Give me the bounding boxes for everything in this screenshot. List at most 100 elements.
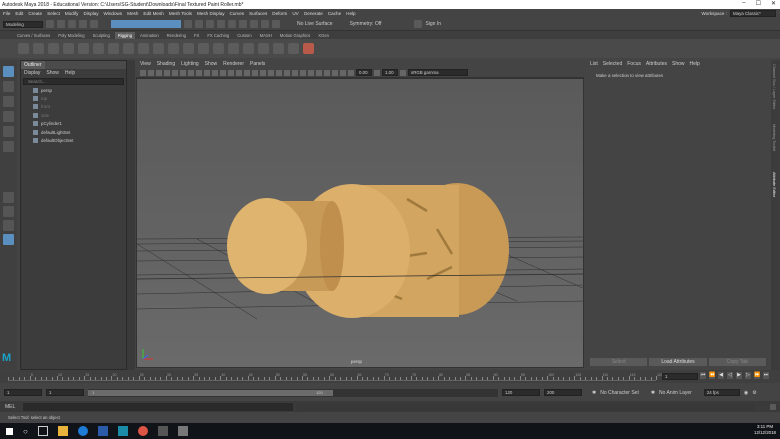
outliner-item[interactable]: top — [21, 94, 126, 102]
mirror-joint-icon[interactable] — [48, 43, 59, 54]
quick-rig-icon[interactable] — [93, 43, 104, 54]
system-tray-clock[interactable]: 3:11 PM 12/12/2018 — [754, 424, 776, 436]
insert-joint-icon[interactable] — [33, 43, 44, 54]
render-settings-icon[interactable] — [261, 20, 269, 28]
auto-key-icon[interactable]: ◉ — [744, 390, 748, 396]
menu-mesh-display[interactable]: Mesh Display — [197, 11, 225, 16]
outliner-item[interactable]: persp — [21, 86, 126, 94]
step-forward-frame-icon[interactable]: ▷ — [745, 372, 751, 379]
ae-menu-focus[interactable]: Focus — [627, 61, 641, 67]
vp-menu-lighting[interactable]: Lighting — [181, 61, 199, 67]
outliner-item[interactable]: defaultLightSet — [21, 128, 126, 136]
shelf-tab-mash[interactable]: MASH — [257, 32, 275, 39]
go-to-end-icon[interactable]: ⏭ — [763, 372, 769, 379]
ae-menu-list[interactable]: List — [590, 61, 598, 67]
wireframe-icon[interactable] — [228, 69, 234, 76]
menu-generate[interactable]: Generate — [304, 11, 323, 16]
locator-icon[interactable] — [288, 43, 299, 54]
snap-curve-icon[interactable] — [195, 20, 203, 28]
vp-menu-view[interactable]: View — [140, 61, 151, 67]
ae-select-button[interactable]: Select — [590, 358, 648, 366]
viewport-persp[interactable]: persp — [136, 78, 584, 368]
redo-icon[interactable] — [90, 20, 98, 28]
hypershade-icon[interactable] — [272, 20, 280, 28]
depth-of-field-icon[interactable] — [308, 69, 314, 76]
script-language-label[interactable]: MEL — [5, 404, 15, 410]
color-management-icon[interactable] — [400, 69, 406, 76]
shelf-tab-custom[interactable]: Custom — [234, 32, 254, 39]
wire-icon[interactable] — [183, 43, 194, 54]
ae-menu-help[interactable]: Help — [690, 61, 700, 67]
selection-mask-icons[interactable] — [111, 20, 181, 28]
outliner-menu-help[interactable]: Help — [65, 70, 75, 76]
outliner-item[interactable]: front — [21, 103, 126, 111]
shelf-tab-fx[interactable]: FX — [191, 32, 202, 39]
motion-blur-icon[interactable] — [292, 69, 298, 76]
vp-menu-show[interactable]: Show — [205, 61, 218, 67]
lasso-tool-icon[interactable] — [3, 81, 14, 92]
task-view-icon[interactable] — [37, 426, 48, 436]
scale-tool-icon[interactable] — [3, 141, 14, 152]
shelf-tab-sculpting[interactable]: Sculpting — [90, 32, 113, 39]
ae-menu-show[interactable]: Show — [672, 61, 685, 67]
gamma-field[interactable]: 1.00 — [382, 69, 398, 76]
outliner-item[interactable]: defaultObjectSet — [21, 136, 126, 144]
bookmark-icon[interactable] — [156, 69, 162, 76]
multisample-icon[interactable] — [300, 69, 306, 76]
sign-in-link[interactable]: Sign In — [425, 21, 441, 27]
outliner-search-input[interactable]: Search... — [23, 78, 124, 85]
outliner-menu-display[interactable]: Display — [24, 70, 40, 76]
snap-grid-icon[interactable] — [184, 20, 192, 28]
menu-help[interactable]: Help — [346, 11, 355, 16]
xray-joints-icon[interactable] — [332, 69, 338, 76]
menu-uv[interactable]: UV — [292, 11, 298, 16]
maya-taskbar-icon[interactable] — [117, 426, 128, 436]
menu-display[interactable]: Display — [83, 11, 98, 16]
wireframe-on-shaded-icon[interactable] — [252, 69, 258, 76]
outliner-item[interactable]: pCylinder1 — [21, 120, 126, 128]
menu-create[interactable]: Create — [28, 11, 42, 16]
time-slider[interactable]: 5 10 15 20 25 30 35 40 45 50 55 60 65 70 75 80 85 90 95 100… — [0, 370, 780, 383]
live-surface-field[interactable]: No Live Surface — [297, 21, 333, 27]
menu-mesh-tools[interactable]: Mesh Tools — [169, 11, 192, 16]
ambient-occlusion-icon[interactable] — [284, 69, 290, 76]
tool-settings-strip[interactable] — [127, 60, 135, 370]
shelf-tab-rendering[interactable]: Rendering — [164, 32, 189, 39]
xray-components-icon[interactable] — [340, 69, 346, 76]
anim-layer-dropdown[interactable]: No Anim Layer — [659, 390, 692, 396]
snap-point-icon[interactable] — [206, 20, 214, 28]
ik-handle-icon[interactable] — [63, 43, 74, 54]
channel-box-tab[interactable]: Channel Box / Layer Editor — [772, 64, 776, 109]
paint-select-icon[interactable] — [3, 96, 14, 107]
skin-weights-icon[interactable] — [123, 43, 134, 54]
fps-dropdown[interactable]: 24 fps — [703, 389, 740, 396]
file-explorer-icon[interactable] — [57, 426, 68, 436]
close-icon[interactable]: ✕ — [771, 0, 776, 7]
shelf-tab-fx-caching[interactable]: FX Caching — [204, 32, 232, 39]
snap-view-icon[interactable] — [217, 20, 225, 28]
isolate-select-icon[interactable] — [316, 69, 322, 76]
snap-live-icon[interactable] — [228, 20, 236, 28]
resolution-gate-icon[interactable] — [188, 69, 194, 76]
start-time-field[interactable]: 1 — [4, 389, 42, 396]
photos-icon[interactable] — [177, 426, 188, 436]
settings-icon[interactable] — [157, 426, 168, 436]
shelf-tab-poly-modeling[interactable]: Poly Modeling — [55, 32, 87, 39]
current-frame-field[interactable]: 1 — [662, 373, 698, 380]
constraint-parent-icon[interactable] — [258, 43, 269, 54]
constraint-scale-icon[interactable] — [273, 43, 284, 54]
minimize-icon[interactable]: – — [742, 0, 745, 7]
script-editor-icon[interactable] — [770, 403, 776, 410]
ae-menu-attributes[interactable]: Attributes — [646, 61, 667, 67]
search-icon[interactable]: ○ — [23, 427, 28, 436]
menu-surfaces[interactable]: Surfaces — [249, 11, 267, 16]
edge-icon[interactable] — [77, 426, 88, 436]
playback-end-field[interactable]: 120 — [502, 389, 540, 396]
vp-menu-renderer[interactable]: Renderer — [223, 61, 244, 67]
use-lights-icon[interactable] — [268, 69, 274, 76]
step-back-key-icon[interactable]: ⏪ — [709, 372, 715, 379]
open-scene-icon[interactable] — [57, 20, 65, 28]
constraint-point-icon[interactable] — [213, 43, 224, 54]
load-attributes-button[interactable]: Load Attributes — [649, 358, 707, 366]
range-bar[interactable]: 1 120 — [88, 388, 498, 397]
